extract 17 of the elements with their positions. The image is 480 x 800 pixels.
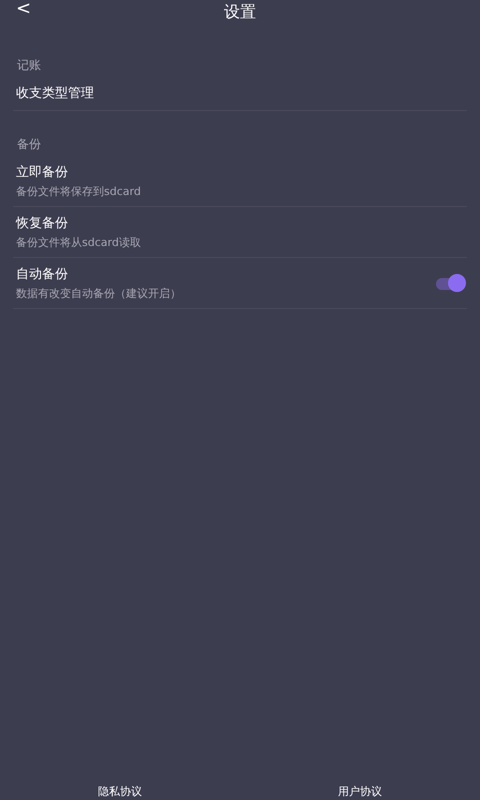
item-subtitle: 备份文件将保存到sdcard	[16, 185, 141, 199]
page-title: 设置	[224, 2, 256, 22]
settings-row[interactable]: 自动备份 数据有改变自动备份（建议开启）	[13, 258, 467, 309]
footer-link[interactable]: 隐私协议	[0, 784, 240, 800]
item-title: 收支类型管理	[16, 85, 94, 103]
section-label: 备份	[16, 136, 42, 152]
item-title: 自动备份	[16, 266, 68, 284]
item-subtitle: 数据有改变自动备份（建议开启）	[16, 287, 181, 301]
back-button[interactable]: <	[12, 0, 36, 18]
section-label: 记账	[16, 57, 42, 73]
item-title: 立即备份	[16, 164, 68, 182]
settings-row[interactable]: 恢复备份 备份文件将从sdcard读取	[13, 207, 467, 258]
settings-row[interactable]: 收支类型管理	[13, 77, 467, 111]
footer-link[interactable]: 用户协议	[240, 784, 480, 800]
item-subtitle: 备份文件将从sdcard读取	[16, 236, 141, 250]
settings-row[interactable]: 立即备份 备份文件将保存到sdcard	[13, 156, 467, 207]
item-title: 恢复备份	[16, 215, 68, 233]
